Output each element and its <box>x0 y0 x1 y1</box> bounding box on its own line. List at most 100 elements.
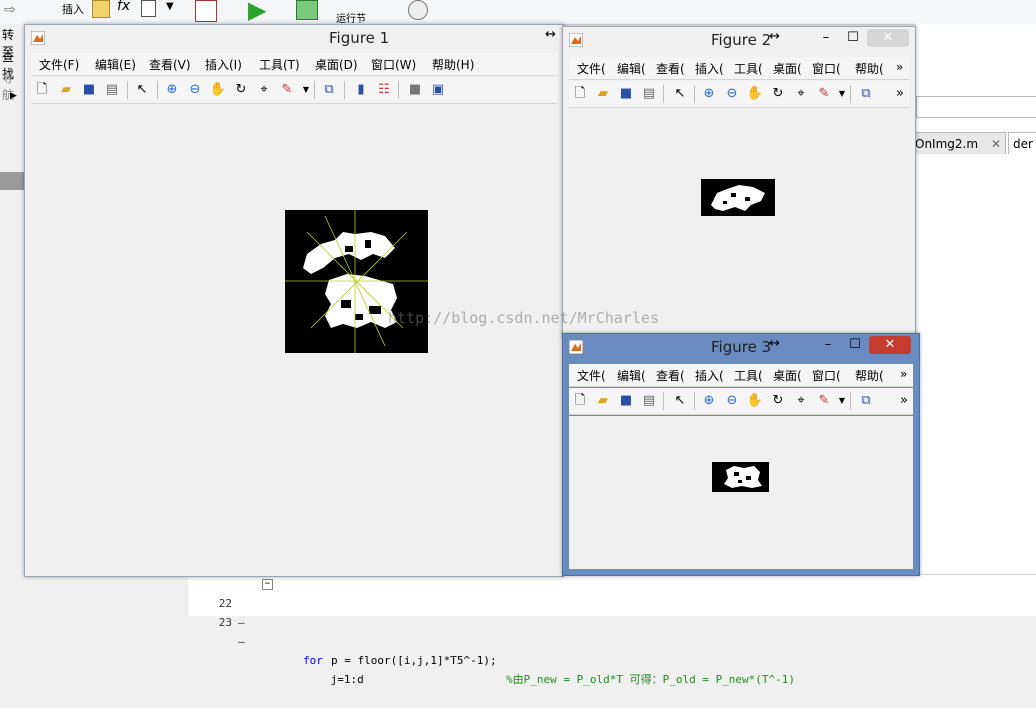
chevron-right-icon[interactable]: ▶ <box>10 91 17 101</box>
menu-desktop[interactable]: 桌面( <box>773 367 809 384</box>
tab-onimg2[interactable]: OnImg2.m ✕ <box>910 132 1006 154</box>
menu-file[interactable]: 文件( <box>577 367 613 384</box>
figure-3-titlebar[interactable]: Figure 3 ↔ – ☐ ✕ <box>563 334 919 360</box>
run-icon[interactable]: ▶ <box>248 0 266 24</box>
rotate-icon[interactable]: ↻ <box>232 81 250 99</box>
menu-window[interactable]: 窗口( <box>812 60 848 77</box>
pan-icon[interactable]: ✋ <box>209 81 227 99</box>
maximize-button[interactable]: ☐ <box>840 29 866 47</box>
breakpoint-dash[interactable]: – <box>238 613 245 632</box>
run-advance-icon[interactable] <box>296 0 318 20</box>
pointer-icon[interactable]: ↖ <box>133 81 151 99</box>
link-plot-icon[interactable]: ⧉ <box>857 392 875 410</box>
legend-icon[interactable]: ☷ <box>375 81 393 99</box>
fold-icon[interactable]: − <box>262 579 273 590</box>
menu-view[interactable]: 查看( <box>656 367 692 384</box>
menu-view[interactable]: 查看( <box>656 60 692 77</box>
hide-plot-tools-icon[interactable]: ■ <box>406 81 424 99</box>
figure-2-titlebar[interactable]: Figure 2 ↔ – ☐ ✕ <box>563 27 915 53</box>
data-cursor-icon[interactable]: ⌖ <box>255 81 273 99</box>
figure-3-window[interactable]: Figure 3 ↔ – ☐ ✕ 文件( 编辑( 查看( 插入( 工具( 桌面(… <box>562 333 920 576</box>
data-cursor-icon[interactable]: ⌖ <box>792 392 810 410</box>
pointer-icon[interactable]: ↖ <box>671 85 689 103</box>
dock-icon[interactable]: ↔ <box>769 336 780 351</box>
menu-help[interactable]: 帮助(H) <box>432 56 474 73</box>
zoom-out-icon[interactable]: ⊖ <box>723 392 741 410</box>
figure-3-image[interactable] <box>712 462 769 492</box>
insert-label[interactable]: 插入 <box>62 1 84 17</box>
menu-edit[interactable]: 编辑( <box>617 367 653 384</box>
save-icon[interactable]: ■ <box>80 81 98 99</box>
menu-view[interactable]: 查看(V) <box>149 56 191 73</box>
toolbar-overflow-icon[interactable]: » <box>891 85 909 103</box>
run-and-time-icon[interactable] <box>408 0 428 20</box>
menu-insert[interactable]: 插入( <box>695 60 731 77</box>
code-editor[interactable]: 22 – − for j=1:d 23 – p = floor([i,j,1]*… <box>188 574 1036 686</box>
pan-icon[interactable]: ✋ <box>746 85 764 103</box>
open-file-icon[interactable]: ▰ <box>594 85 612 103</box>
zoom-out-icon[interactable]: ⊖ <box>723 85 741 103</box>
menu-file[interactable]: 文件(F) <box>39 56 79 73</box>
chevron-down-icon[interactable]: ▼ <box>297 81 315 99</box>
colorbar-icon[interactable]: ▮ <box>352 81 370 99</box>
close-button[interactable]: ✕ <box>869 336 911 354</box>
figure-1-titlebar[interactable]: Figure 1 ↔ <box>25 25 563 51</box>
chevron-down-icon[interactable]: ▼ <box>166 1 174 12</box>
address-bar[interactable] <box>916 96 1036 118</box>
menu-help[interactable]: 帮助( <box>855 60 891 77</box>
figure-1-canvas[interactable] <box>31 105 557 570</box>
menu-tools[interactable]: 工具( <box>734 367 770 384</box>
menu-tools[interactable]: 工具(T) <box>259 56 300 73</box>
menu-insert[interactable]: 插入( <box>695 367 731 384</box>
zoom-out-icon[interactable]: ⊖ <box>186 81 204 99</box>
fx-button[interactable]: fx <box>117 0 130 14</box>
brush-icon[interactable]: ✎ <box>815 85 833 103</box>
figure-2-image[interactable] <box>701 179 775 216</box>
pan-icon[interactable]: ✋ <box>746 392 764 410</box>
figure-3-canvas[interactable] <box>569 416 913 569</box>
open-file-icon[interactable]: ▰ <box>594 392 612 410</box>
rotate-icon[interactable]: ↻ <box>769 85 787 103</box>
brush-icon[interactable]: ✎ <box>278 81 296 99</box>
maximize-button[interactable]: ☐ <box>842 336 868 354</box>
save-icon[interactable]: ■ <box>617 392 635 410</box>
code-line[interactable]: 23 – p = floor([i,j,1]*T5^-1); %由P_new =… <box>188 594 1036 686</box>
print-icon[interactable]: ▤ <box>640 392 658 410</box>
dock-icon[interactable]: ↔ <box>545 27 556 42</box>
menu-help[interactable]: 帮助( <box>855 367 891 384</box>
brush-icon[interactable]: ✎ <box>815 392 833 410</box>
minimize-button[interactable]: – <box>815 336 841 354</box>
menu-window[interactable]: 窗口(W) <box>371 56 416 73</box>
minimize-button[interactable]: – <box>813 29 839 47</box>
new-figure-icon[interactable]: 🗋 <box>33 81 51 99</box>
figure-2-window[interactable]: Figure 2 ↔ – ☐ ✕ 文件( 编辑( 查看( 插入( 工具( 桌面(… <box>562 26 916 338</box>
menu-overflow[interactable]: » <box>900 367 914 381</box>
breakpoint-icon[interactable] <box>195 0 217 22</box>
print-icon[interactable]: ▤ <box>640 85 658 103</box>
menu-desktop[interactable]: 桌面( <box>773 60 809 77</box>
run-section-button[interactable]: 运行节 <box>336 10 366 25</box>
menu-overflow[interactable]: » <box>896 60 910 74</box>
menu-file[interactable]: 文件( <box>577 60 613 77</box>
figure-2-canvas[interactable] <box>569 109 909 331</box>
open-file-icon[interactable]: ▰ <box>57 81 75 99</box>
menu-edit[interactable]: 编辑( <box>617 60 653 77</box>
zoom-in-icon[interactable]: ⊕ <box>700 85 718 103</box>
menu-insert[interactable]: 插入(I) <box>205 56 242 73</box>
new-figure-icon[interactable]: 🗋 <box>571 85 589 103</box>
menu-tools[interactable]: 工具( <box>734 60 770 77</box>
chevron-down-icon[interactable]: ▼ <box>833 392 851 410</box>
menu-window[interactable]: 窗口( <box>812 367 848 384</box>
figure-1-window[interactable]: Figure 1 ↔ 文件(F) 编辑(E) 查看(V) 插入(I) 工具(T)… <box>24 24 564 577</box>
menu-edit[interactable]: 编辑(E) <box>95 56 136 73</box>
zoom-in-icon[interactable]: ⊕ <box>700 392 718 410</box>
link-plot-icon[interactable]: ⧉ <box>857 85 875 103</box>
toolbar-overflow-icon[interactable]: » <box>895 392 913 410</box>
save-icon[interactable]: ■ <box>617 85 635 103</box>
function-icon[interactable] <box>141 0 156 17</box>
close-button[interactable]: ✕ <box>867 29 909 47</box>
back-arrow-icon[interactable]: ⇨ <box>4 2 16 18</box>
pointer-icon[interactable]: ↖ <box>671 392 689 410</box>
figure-1-image[interactable] <box>285 210 428 353</box>
tab-der[interactable]: der <box>1008 132 1036 154</box>
